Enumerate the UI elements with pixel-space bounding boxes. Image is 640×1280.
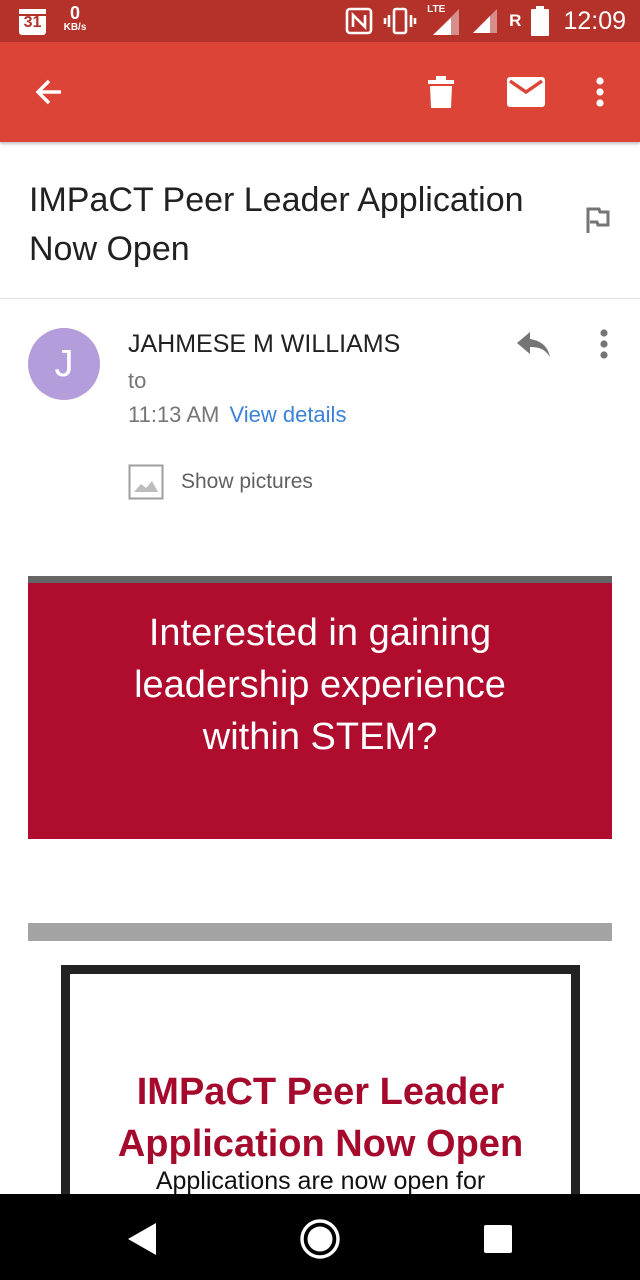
section-divider: [28, 923, 612, 941]
data-speed-unit: KB/s: [63, 22, 87, 33]
nav-recents-button[interactable]: [473, 1214, 523, 1264]
view-details-link[interactable]: View details: [229, 402, 346, 427]
flag-button[interactable]: [578, 200, 618, 240]
calendar-day: 31: [23, 14, 42, 31]
mark-unread-button[interactable]: [498, 64, 554, 120]
recipient-label: to: [128, 368, 147, 393]
calendar-icon: 31: [19, 9, 46, 35]
card-text: Applications are now open for: [155, 1167, 486, 1195]
banner-top-rule: [28, 576, 612, 583]
roaming-indicator: R: [509, 11, 522, 30]
more-options-button[interactable]: [572, 64, 628, 120]
sender-name: JAHMESE M WILLIAMS: [128, 330, 401, 358]
more-vert-icon: [600, 329, 608, 359]
reply-icon: [517, 332, 550, 357]
email-banner: Interested in gaining leadership experie…: [28, 583, 612, 839]
delete-button[interactable]: [413, 64, 469, 120]
sender-avatar[interactable]: J: [28, 328, 100, 400]
data-speed-indicator: 0 KB/s: [58, 4, 92, 33]
vibrate-icon: [383, 7, 417, 35]
nfc-icon: [345, 7, 373, 35]
nav-home-icon: [300, 1219, 340, 1259]
mark-unread-icon: [507, 77, 545, 107]
delete-icon: [428, 76, 454, 108]
nav-recents-icon: [484, 1225, 512, 1253]
header-divider: [0, 298, 640, 299]
navigation-bar: [0, 1194, 640, 1280]
signal-icon: [473, 9, 498, 33]
battery-icon: [531, 6, 550, 36]
back-button[interactable]: [21, 64, 77, 120]
message-more-button[interactable]: [584, 324, 624, 364]
app-bar: [0, 42, 640, 142]
email-subject: IMPaCT Peer Leader Application Now Open: [29, 181, 524, 268]
reply-button[interactable]: [510, 325, 558, 365]
show-pictures-label: Show pictures: [181, 470, 313, 493]
more-vert-icon: [596, 77, 604, 107]
show-pictures-button[interactable]: Show pictures: [128, 464, 313, 500]
flag-icon: [586, 207, 610, 233]
email-timestamp-row: 11:13 AM View details: [128, 402, 346, 428]
card-title: IMPaCT Peer Leader Application Now Open: [117, 1071, 524, 1165]
back-arrow-icon: [35, 79, 61, 105]
nav-back-button[interactable]: [117, 1214, 167, 1264]
status-time: 12:09: [563, 6, 626, 35]
nav-home-button[interactable]: [295, 1214, 345, 1264]
image-icon: [128, 464, 164, 500]
data-speed-value: 0: [69, 3, 80, 23]
nav-back-icon: [128, 1223, 156, 1255]
email-time: 11:13 AM: [128, 402, 220, 427]
status-bar: 31 0 KB/s LTE R 12:09: [0, 0, 640, 42]
signal-lte-icon: LTE: [427, 4, 461, 37]
